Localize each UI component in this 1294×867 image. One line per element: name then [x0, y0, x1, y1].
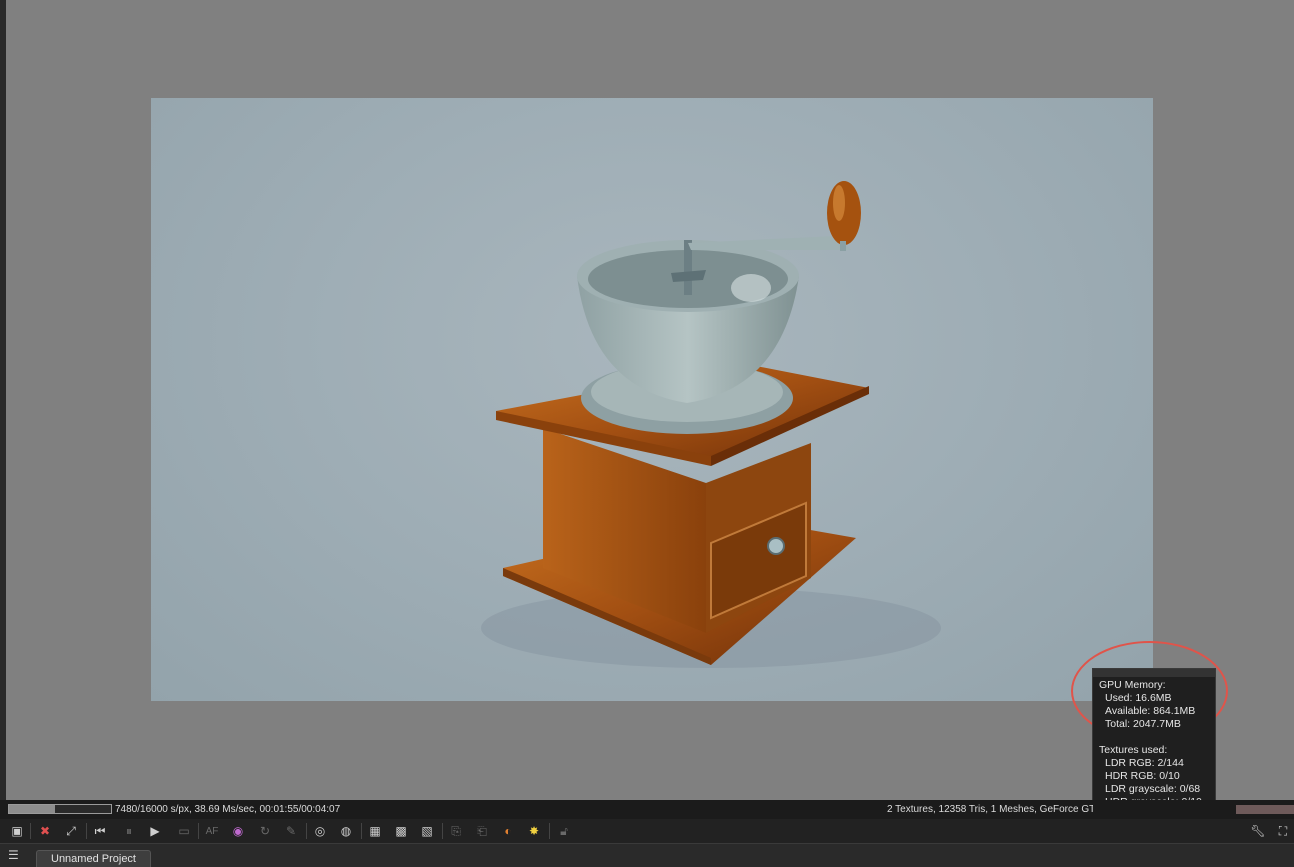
- refresh-icon[interactable]: ↻: [256, 822, 274, 840]
- focus-icon[interactable]: ◎: [311, 822, 329, 840]
- toolbar-separator: [198, 823, 199, 839]
- checker-small-icon[interactable]: ▩: [392, 822, 410, 840]
- tooltip-header: [1093, 669, 1215, 677]
- screenshot-icon[interactable]: ▣: [8, 822, 26, 840]
- checker-icon[interactable]: ▦: [366, 822, 384, 840]
- toolbar-separator: [442, 823, 443, 839]
- gpu-memory-title: GPU Memory:: [1099, 679, 1166, 691]
- material-icon[interactable]: ◍: [337, 822, 355, 840]
- lock-icon[interactable]: 🔓︎: [555, 822, 573, 840]
- clear-icon[interactable]: ✖: [36, 822, 54, 840]
- tab-unnamed-project[interactable]: Unnamed Project: [36, 850, 151, 867]
- toolbar-separator: [361, 823, 362, 839]
- status-bar: 7480/16000 s/px, 38.69 Ms/sec, 00:01:55/…: [0, 800, 1294, 819]
- play-icon[interactable]: ▶: [146, 822, 164, 840]
- ldr-grayscale: LDR grayscale: 0/68: [1105, 783, 1201, 795]
- picker-icon[interactable]: ✎: [282, 822, 300, 840]
- hdr-rgb: HDR RGB: 0/10: [1105, 770, 1180, 782]
- gpu-memory-tooltip: GPU Memory: Used: 16.6MB Available: 864.…: [1092, 668, 1216, 814]
- gpu-total: Total: 2047.7MB: [1105, 718, 1181, 730]
- app-window: GPU Memory: Used: 16.6MB Available: 864.…: [0, 0, 1294, 867]
- gpu-used: Used: 16.6MB: [1105, 692, 1172, 704]
- render-progress-bar: [8, 804, 112, 814]
- sparkle-icon[interactable]: ✸: [525, 822, 543, 840]
- palette-icon[interactable]: ◐: [499, 822, 517, 840]
- scene-stats: 2 Textures, 12358 Tris, 1 Meshes, GeForc…: [887, 804, 1093, 815]
- af-icon[interactable]: AF: [203, 822, 221, 840]
- toolbar-separator: [306, 823, 307, 839]
- project-menu-icon[interactable]: ☰: [8, 848, 30, 866]
- render-progress-fill: [9, 805, 55, 813]
- restart-icon[interactable]: ⏮: [91, 822, 109, 840]
- project-tab-bar: ☰ Unnamed Project: [0, 843, 1294, 867]
- coffee-grinder-render: [481, 181, 941, 668]
- pause-icon[interactable]: ⏸: [120, 822, 138, 840]
- fullscreen-icon[interactable]: ⛶: [1274, 822, 1292, 840]
- toolbar-separator: [549, 823, 550, 839]
- checker-alt-icon[interactable]: ▧: [418, 822, 436, 840]
- toolbar-separator: [30, 823, 31, 839]
- fit-icon[interactable]: ⤢: [62, 822, 80, 840]
- render-toolbar: ▣ ✖ ⤢ ⏮ ⏸ ▶ ▭ AF ◉ ↻ ✎ ◎ ◍ ▦ ▩ ▧ ⎘ ⎗ ◐ ✸…: [0, 819, 1294, 843]
- gpu-available: Available: 864.1MB: [1105, 705, 1196, 717]
- display-icon[interactable]: ▭: [175, 822, 193, 840]
- render-image[interactable]: [151, 98, 1153, 701]
- ldr-rgb: LDR RGB: 2/144: [1105, 757, 1184, 769]
- status-track: [1236, 805, 1294, 814]
- textures-title: Textures used:: [1099, 744, 1168, 756]
- toolbar-separator: [86, 823, 87, 839]
- paste-icon[interactable]: ⎗: [473, 822, 491, 840]
- copy-icon[interactable]: ⎘: [447, 822, 465, 840]
- tooltip-spacer: [1099, 731, 1209, 744]
- color-icon[interactable]: ◉: [229, 822, 247, 840]
- wrench-icon[interactable]: 🔧︎: [1249, 822, 1267, 840]
- render-stats: 7480/16000 s/px, 38.69 Ms/sec, 00:01:55/…: [115, 804, 341, 815]
